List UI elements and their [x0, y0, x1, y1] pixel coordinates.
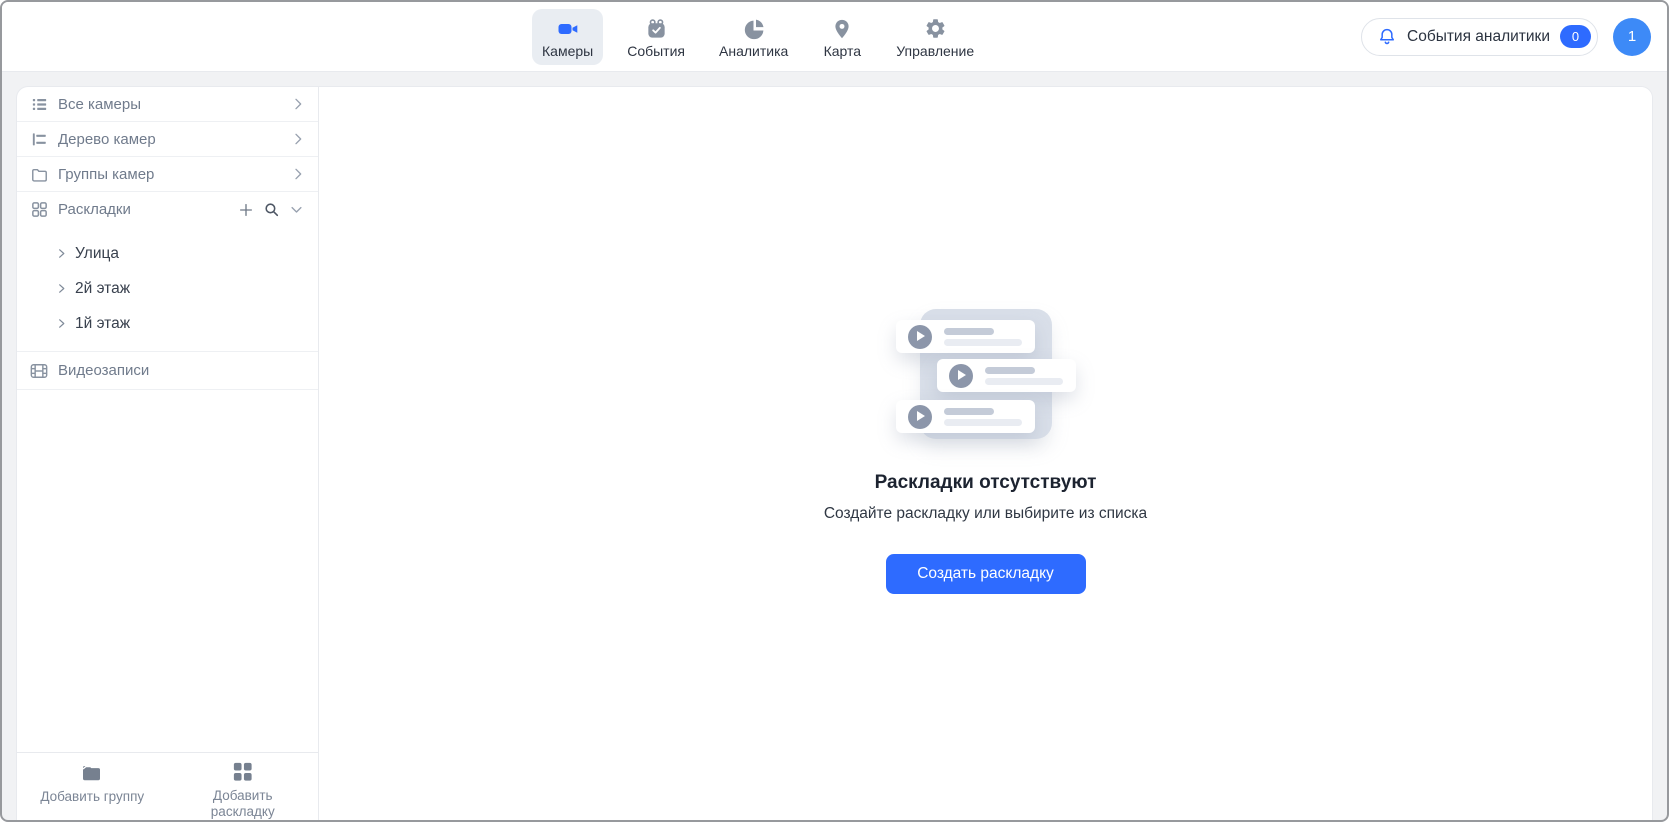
sidebar-item-camera-tree[interactable]: Дерево камер — [17, 122, 318, 157]
tree-item-label: 2й этаж — [75, 280, 130, 298]
events-count-badge: 0 — [1560, 25, 1591, 48]
pie-chart-icon — [742, 15, 766, 42]
user-avatar[interactable]: 1 — [1613, 18, 1651, 56]
layouts-tree: Улица 2й этаж 1й этаж — [17, 227, 318, 352]
add-layout-button[interactable]: Добавить раскладку — [168, 760, 319, 815]
layouts-actions — [236, 199, 306, 220]
sidebar-spacer — [17, 390, 318, 752]
sidebar: Все камеры Дерево камер Группы камер — [17, 87, 319, 820]
tab-analytics[interactable]: Аналитика — [709, 9, 798, 65]
add-group-button[interactable]: Добавить группу — [17, 760, 168, 815]
sidebar-item-label: Группы камер — [58, 166, 154, 183]
illustration-card — [937, 359, 1076, 392]
top-bar: Камеры События Аналитика Карта — [2, 2, 1667, 72]
layouts-add-button[interactable] — [236, 200, 256, 220]
tab-cameras[interactable]: Камеры — [532, 9, 603, 65]
sidebar-item-label: Все камеры — [58, 96, 141, 113]
tree-icon — [29, 129, 49, 149]
play-circle-icon — [949, 364, 973, 388]
tab-label: Камеры — [542, 43, 593, 59]
empty-state-title: Раскладки отсутствуют — [875, 472, 1097, 494]
create-layout-button[interactable]: Создать раскладку — [886, 554, 1086, 594]
empty-state: Раскладки отсутствуют Создайте раскладку… — [319, 87, 1652, 594]
illustration-card — [896, 320, 1035, 353]
tab-events[interactable]: События — [617, 9, 695, 65]
analytics-events-button[interactable]: События аналитики 0 — [1361, 18, 1598, 56]
play-circle-icon — [908, 325, 932, 349]
sidebar-item-label: Дерево камер — [58, 131, 156, 148]
list-icon — [29, 94, 49, 114]
gear-icon — [924, 15, 947, 42]
play-circle-icon — [908, 405, 932, 429]
layouts-collapse-button[interactable] — [287, 200, 306, 219]
plus-icon — [238, 202, 254, 218]
chevron-right-icon — [290, 131, 306, 147]
folder-icon — [29, 164, 49, 184]
film-icon — [29, 361, 49, 381]
layouts-empty-illustration — [896, 309, 1076, 439]
sidebar-item-label: Видеозаписи — [58, 362, 149, 379]
add-layout-label: Добавить раскладку — [182, 788, 304, 820]
video-camera-icon — [556, 15, 580, 42]
tab-label: Карта — [824, 43, 861, 59]
tab-map[interactable]: Карта — [812, 9, 872, 65]
tab-label: Аналитика — [719, 43, 788, 59]
tree-item-street[interactable]: Улица — [17, 236, 318, 271]
folder-solid-icon — [80, 760, 104, 784]
tab-management[interactable]: Управление — [886, 9, 984, 65]
tab-label: Управление — [896, 43, 974, 59]
grid-solid-icon — [231, 760, 254, 783]
empty-state-subtitle: Создайте раскладку или выбирите из списк… — [824, 505, 1147, 523]
chevron-right-icon — [56, 318, 67, 329]
content-panel: Все камеры Дерево камер Группы камер — [16, 86, 1653, 820]
app-window: Камеры События Аналитика Карта — [0, 0, 1669, 822]
analytics-events-label: События аналитики — [1407, 28, 1550, 46]
header-right-controls: События аналитики 0 1 — [1361, 18, 1651, 56]
tree-item-label: Улица — [75, 245, 119, 263]
sidebar-item-all-cameras[interactable]: Все камеры — [17, 87, 318, 122]
main-area: Раскладки отсутствуют Создайте раскладку… — [319, 87, 1652, 820]
layouts-search-button[interactable] — [261, 199, 282, 220]
chevron-right-icon — [56, 248, 67, 259]
chevron-down-icon — [289, 202, 304, 217]
tree-item-floor-1[interactable]: 1й этаж — [17, 306, 318, 341]
add-group-label: Добавить группу — [40, 789, 144, 805]
main-nav: Камеры События Аналитика Карта — [532, 9, 984, 65]
map-pin-icon — [831, 15, 853, 42]
calendar-check-icon — [645, 15, 668, 42]
chevron-right-icon — [290, 166, 306, 182]
illustration-card — [896, 400, 1035, 433]
tree-item-floor-2[interactable]: 2й этаж — [17, 271, 318, 306]
grid-icon — [29, 200, 49, 220]
sidebar-item-layouts[interactable]: Раскладки — [17, 192, 318, 227]
sidebar-footer: Добавить группу Добавить раскладку — [17, 752, 318, 820]
sidebar-item-camera-groups[interactable]: Группы камер — [17, 157, 318, 192]
sidebar-item-recordings[interactable]: Видеозаписи — [17, 352, 318, 390]
bell-icon — [1377, 27, 1397, 47]
search-icon — [263, 201, 280, 218]
tab-label: События — [627, 43, 685, 59]
sidebar-item-label: Раскладки — [58, 201, 131, 218]
chevron-right-icon — [56, 283, 67, 294]
chevron-right-icon — [290, 96, 306, 112]
tree-item-label: 1й этаж — [75, 315, 130, 333]
